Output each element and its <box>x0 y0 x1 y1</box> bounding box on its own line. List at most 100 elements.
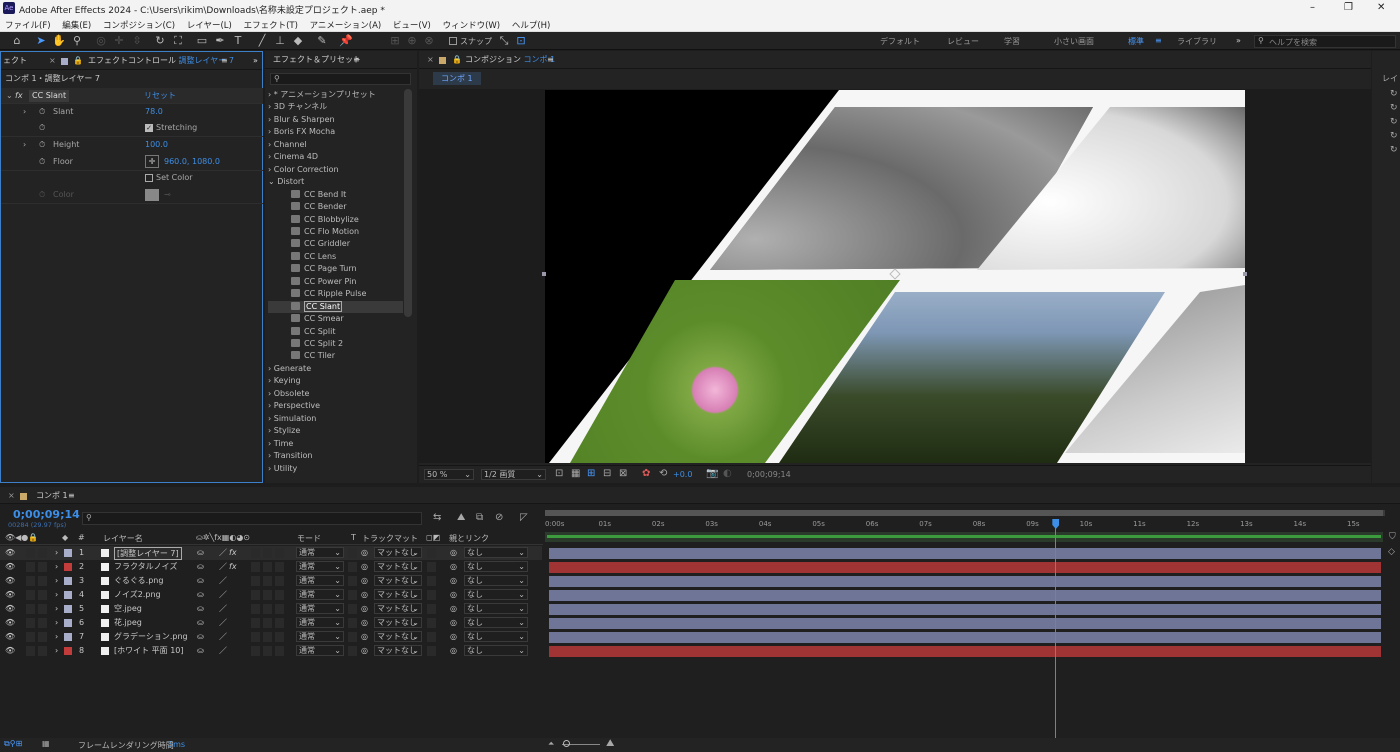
solo-toggle[interactable] <box>38 576 47 586</box>
set-color-checkbox[interactable] <box>145 174 153 182</box>
effect-item[interactable]: CC Griddler <box>268 238 403 250</box>
stopwatch-icon[interactable]: ⏱ <box>39 154 45 170</box>
layer-row[interactable]: 👁 › 7 グラデーション.png ⛀ ／ 通常 ⌄ ◎ マットなし ⌄ ◎ なし ⌄ <box>0 630 542 644</box>
effect-item[interactable]: CC Power Pin <box>268 276 403 288</box>
fx-switch-icon[interactable]: fx <box>229 560 237 574</box>
preserve-transparency-toggle[interactable] <box>348 604 357 614</box>
rectangle-tool-icon[interactable]: ▭ <box>195 34 209 48</box>
hand-tool-icon[interactable]: ✋ <box>52 34 66 48</box>
expand-layer-icon[interactable]: › <box>55 616 58 630</box>
type-tool-icon[interactable]: T <box>231 34 245 48</box>
right-panel-label[interactable]: レイ <box>1382 73 1398 84</box>
column-track-matte[interactable]: トラックマット <box>362 533 418 544</box>
shy-switch-icon[interactable]: ⛀ <box>197 560 204 574</box>
show-snapshot-icon[interactable]: ◐ <box>723 468 732 479</box>
work-area-bar[interactable] <box>545 510 1385 516</box>
color-management-icon[interactable]: ✿ <box>642 468 650 479</box>
zoom-out-icon[interactable]: ⏶ <box>548 739 554 749</box>
matte-pickwhip-icon[interactable]: ◎ <box>361 630 368 644</box>
menu-composition[interactable]: コンポジション(C) <box>103 19 175 31</box>
preserve-transparency-toggle[interactable] <box>348 548 357 558</box>
blend-mode-dropdown[interactable]: 通常 ⌄ <box>296 603 344 614</box>
layer-duration-bar[interactable] <box>549 604 1381 615</box>
visibility-eye-icon[interactable]: 👁 <box>5 560 15 574</box>
matte-pickwhip-icon[interactable]: ◎ <box>361 602 368 616</box>
effect-category[interactable]: › Generate <box>268 363 403 375</box>
panel-menu-icon[interactable]: ≡ <box>68 487 75 503</box>
menu-animation[interactable]: アニメーション(A) <box>310 19 382 31</box>
expand-layer-icon[interactable]: › <box>55 602 58 616</box>
visibility-eye-icon[interactable]: 👁 <box>5 588 15 602</box>
menu-view[interactable]: ビュー(V) <box>393 19 431 31</box>
quality-switch-icon[interactable]: ／ <box>219 560 227 574</box>
3d-switch[interactable] <box>275 618 284 628</box>
effect-item[interactable]: CC Blobbylize <box>268 214 403 226</box>
matte-alpha-toggle[interactable] <box>427 562 436 572</box>
snap-option-icon[interactable]: ⤡ <box>497 34 511 48</box>
layer-label-color[interactable] <box>64 647 72 655</box>
effect-category[interactable]: › Transition <box>268 450 403 462</box>
effect-category[interactable]: › Cinema 4D <box>268 151 403 163</box>
matte-pickwhip-icon[interactable]: ◎ <box>361 560 368 574</box>
panel-overflow-icon[interactable]: » <box>253 52 258 69</box>
effect-item[interactable]: CC Split 2 <box>268 338 403 350</box>
layer-duration-bar[interactable] <box>549 632 1381 643</box>
motion-blur-switch[interactable] <box>251 548 260 558</box>
shy-switch-icon[interactable]: ⛀ <box>197 546 204 560</box>
shy-switch-icon[interactable]: ⛀ <box>197 602 204 616</box>
adjustment-switch[interactable] <box>263 646 272 656</box>
layer-name[interactable]: グラデーション.png <box>114 630 188 644</box>
dolly-tool-icon[interactable]: ⇳ <box>130 34 144 48</box>
draft-3d-icon[interactable]: ⛰ <box>457 512 465 523</box>
switches-icons[interactable]: ⛀✲╲fx▦◐◕⊙ <box>196 533 250 542</box>
adjustment-switch[interactable] <box>263 548 272 558</box>
snap-grid-icon[interactable]: ⊡ <box>514 34 528 48</box>
fx-toggle-icon[interactable]: fx <box>15 88 23 104</box>
pen-tool-icon[interactable]: ✒ <box>213 34 227 48</box>
menu-help[interactable]: ヘルプ(H) <box>512 19 551 31</box>
help-search-input[interactable]: ⚲ ヘルプを検索 <box>1254 35 1396 48</box>
shy-layers-icon[interactable]: ⧉ <box>476 512 483 523</box>
matte-alpha-toggle[interactable] <box>427 548 436 558</box>
viewer-timecode[interactable]: 0;00;09;14 <box>747 470 791 479</box>
preserve-transparency-toggle[interactable] <box>348 618 357 628</box>
audio-toggle[interactable] <box>26 562 35 572</box>
menu-window[interactable]: ウィンドウ(W) <box>443 19 501 31</box>
layer-label-color[interactable] <box>64 605 72 613</box>
shy-switch-icon[interactable]: ⛀ <box>197 616 204 630</box>
shy-switch-icon[interactable]: ⛀ <box>197 644 204 658</box>
audio-toggle[interactable] <box>26 590 35 600</box>
layer-duration-bar[interactable] <box>549 618 1381 629</box>
expand-layer-icon[interactable]: › <box>55 546 58 560</box>
workspace-menu-icon[interactable]: ≡ <box>1155 36 1162 45</box>
track-matte-dropdown[interactable]: マットなし ⌄ <box>374 617 422 628</box>
layer-bound-handle-right[interactable] <box>1243 272 1247 276</box>
track-matte-dropdown[interactable]: マットなし ⌄ <box>374 645 422 656</box>
blend-mode-dropdown[interactable]: 通常 ⌄ <box>296 547 344 558</box>
visibility-eye-icon[interactable]: 👁 <box>5 630 15 644</box>
maximize-button[interactable]: ❐ <box>1344 2 1353 13</box>
effect-item[interactable]: CC Tiler <box>268 350 403 362</box>
comp-marker-icon[interactable]: ⛉ <box>1389 532 1396 542</box>
effect-item[interactable]: CC Slant <box>268 300 403 314</box>
preserve-transparency-toggle[interactable] <box>348 590 357 600</box>
timeline-nav-icon[interactable]: ◇ <box>1388 547 1395 557</box>
motion-blur-switch[interactable] <box>251 562 260 572</box>
playhead-line[interactable] <box>1055 520 1057 745</box>
parent-dropdown[interactable]: なし ⌄ <box>464 589 528 600</box>
track-matte-dropdown[interactable]: マットなし ⌄ <box>374 589 422 600</box>
parent-dropdown[interactable]: なし ⌄ <box>464 575 528 586</box>
tab-effects-presets[interactable]: エフェクト＆プリセット <box>273 51 361 68</box>
effect-category[interactable]: › Color Correction <box>268 164 403 176</box>
collapse-icon[interactable]: ⌄ <box>6 88 13 104</box>
parent-dropdown[interactable]: なし ⌄ <box>464 561 528 572</box>
parent-dropdown[interactable]: なし ⌄ <box>464 617 528 628</box>
snap-checkbox[interactable] <box>449 37 457 45</box>
pan-tool-icon[interactable]: ✛ <box>112 34 126 48</box>
effect-category[interactable]: › Simulation <box>268 413 403 425</box>
layer-name[interactable]: 花.jpeg <box>114 616 142 630</box>
parent-pickwhip-icon[interactable]: ◎ <box>450 616 457 630</box>
mask-visibility-icon[interactable]: ⊞ <box>587 468 595 479</box>
panel-menu-icon[interactable]: ≡ <box>353 51 360 68</box>
axis-world-icon[interactable]: ⊕ <box>405 34 419 48</box>
